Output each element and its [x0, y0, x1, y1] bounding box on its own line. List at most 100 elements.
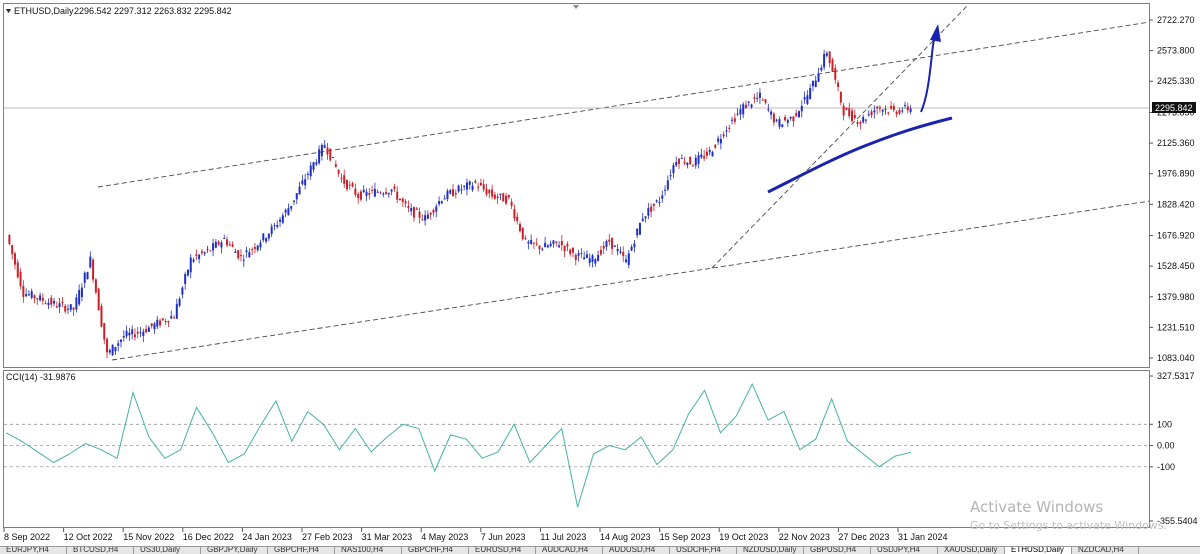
candle-body	[281, 215, 284, 223]
candle-body	[153, 323, 156, 330]
candle-body	[728, 127, 731, 129]
candle-body	[385, 192, 388, 194]
candle-body	[572, 247, 574, 253]
candle-body	[446, 190, 449, 199]
candle-body	[842, 105, 845, 116]
candle-body	[479, 182, 482, 186]
candle-body	[337, 169, 340, 174]
candle-body	[22, 286, 25, 297]
candle-body	[867, 114, 870, 116]
candle-body	[203, 252, 206, 254]
candle-body	[636, 228, 639, 236]
candle-body	[33, 295, 36, 299]
candle-body	[767, 109, 770, 111]
scroll-marker-icon[interactable]	[573, 5, 579, 9]
cci-line	[5, 382, 912, 508]
candle-body	[343, 175, 346, 184]
candle-body	[524, 238, 527, 240]
candle-body	[376, 191, 379, 193]
candle-body	[64, 305, 67, 312]
date-tick-label: 7 Jun 2023	[481, 532, 526, 542]
candle-body	[287, 208, 290, 216]
candle-body	[904, 104, 907, 106]
candle-body	[708, 149, 711, 153]
candle-body	[647, 208, 650, 216]
candle-body	[365, 191, 368, 196]
candle-body	[731, 119, 734, 121]
main-pane-border	[3, 3, 1150, 368]
candle-body	[212, 243, 215, 251]
candle-body	[496, 196, 499, 198]
candle-body	[11, 245, 14, 255]
candle-body	[906, 106, 909, 111]
candle-body	[178, 298, 181, 306]
candle-body	[499, 193, 502, 195]
candle-body	[566, 243, 569, 247]
candle-body	[415, 208, 418, 210]
candle-body	[279, 219, 282, 222]
candle-body	[870, 111, 873, 116]
candle-body	[558, 245, 561, 248]
candle-body	[167, 321, 170, 323]
candle-body	[326, 147, 329, 155]
candle-body	[611, 237, 614, 249]
steep-trend-line	[711, 4, 969, 269]
candle-body	[387, 193, 390, 195]
price-tick-label: 2573.800	[1157, 46, 1195, 56]
candle-body	[510, 201, 513, 206]
candle-body	[672, 165, 675, 174]
candle-body	[820, 67, 823, 71]
candle-body	[691, 165, 694, 167]
candle-body	[195, 254, 198, 256]
candle-body	[340, 177, 343, 179]
candle-body	[493, 194, 496, 199]
candle-body	[809, 88, 812, 99]
candle-body	[892, 106, 895, 110]
candle-body	[705, 151, 708, 156]
candle-body	[800, 106, 803, 112]
candle-body	[549, 243, 552, 247]
candle-body	[753, 97, 756, 99]
candle-body	[147, 327, 150, 332]
candle-body	[379, 192, 382, 194]
date-tick-label: 8 Sep 2022	[4, 532, 50, 542]
candle-body	[811, 80, 814, 87]
candle-body	[597, 254, 600, 262]
candle-body	[443, 198, 446, 200]
candle-body	[694, 157, 697, 166]
price-tick-label: 1528.450	[1157, 261, 1195, 271]
candle-body	[541, 248, 544, 250]
candle-body	[301, 180, 304, 185]
candle-body	[382, 193, 385, 195]
candle-body	[530, 240, 533, 245]
candle-body	[346, 180, 348, 190]
candle-body	[878, 107, 881, 109]
activate-windows-title: Activate Windows	[970, 498, 1103, 516]
candle-body	[234, 251, 237, 253]
candle-body	[108, 350, 111, 353]
candle-body	[853, 114, 856, 118]
candle-body	[887, 112, 890, 114]
candle-body	[231, 244, 234, 247]
candle-body	[686, 162, 689, 166]
candle-body	[50, 297, 53, 305]
candle-body	[72, 307, 75, 310]
candle-body	[315, 162, 318, 165]
candle-body	[697, 155, 700, 164]
candle-body	[630, 246, 633, 251]
chart-canvas[interactable]: ETHUSD,Daily 2296.542 2297.312 2263.832 …	[0, 0, 1200, 546]
candle-body	[111, 344, 114, 356]
candle-body	[332, 157, 335, 159]
candle-body	[304, 179, 307, 186]
candle-body	[452, 189, 455, 197]
candle-body	[131, 329, 134, 335]
candle-body	[538, 245, 541, 250]
candle-body	[828, 51, 831, 64]
candle-body	[733, 118, 736, 122]
dropdown-triangle-icon[interactable]	[6, 9, 11, 13]
candle-body	[739, 109, 742, 115]
candle-body	[560, 240, 563, 246]
candle-body	[139, 332, 142, 334]
candle-body	[619, 251, 622, 253]
candle-body	[410, 208, 413, 212]
